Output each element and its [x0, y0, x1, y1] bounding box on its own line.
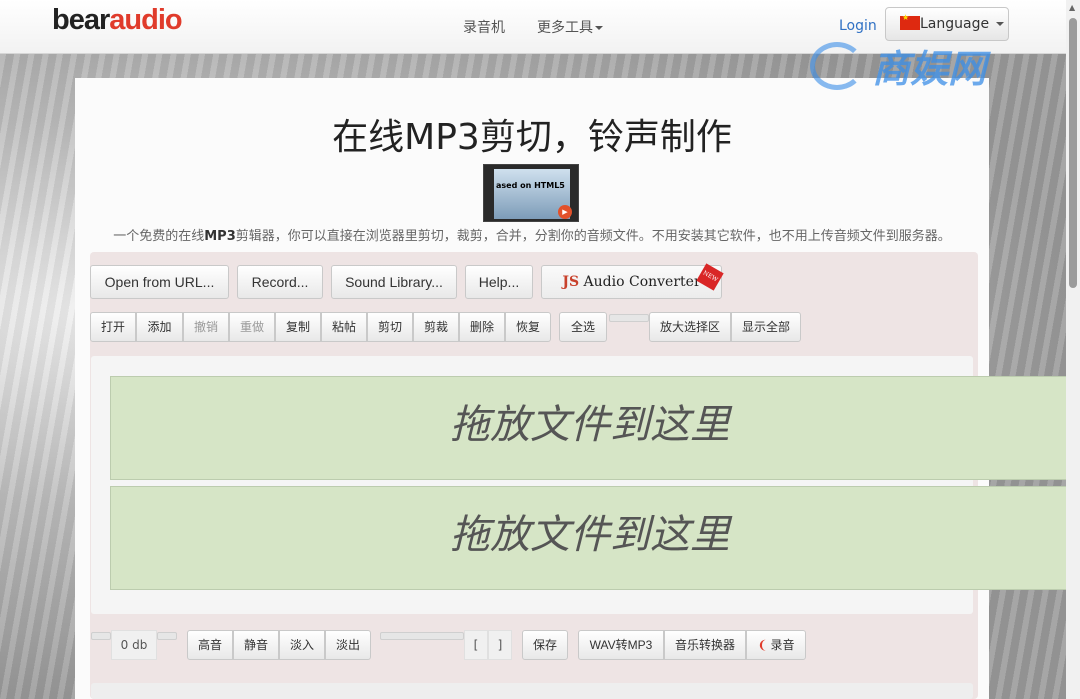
video-caption: ased on HTML5	[496, 181, 565, 190]
bearaudio-logo[interactable]: bearaudio	[52, 4, 183, 37]
js-audio-converter-button[interactable]: JS Audio Converter NEW	[541, 263, 724, 299]
nav-more-tools-dropdown[interactable]: 更多工具	[537, 17, 603, 37]
scrollbar-thumb[interactable]	[1069, 18, 1077, 288]
open-from-url-button[interactable]: Open from URL...	[90, 265, 229, 299]
zoom-slider[interactable]	[609, 314, 649, 322]
record-button[interactable]: Record...	[237, 265, 323, 299]
login-link[interactable]: Login	[839, 18, 877, 34]
main-panel: 在线MP3剪切，铃声制作 ased on HTML5 ▶ 一个免费的在线MP3剪…	[75, 78, 1070, 699]
chevron-down-icon	[595, 26, 603, 30]
mark-end-button[interactable]: ]	[488, 630, 512, 660]
music-converter-button[interactable]: 音乐转换器	[664, 630, 746, 660]
crop-button[interactable]: 剪裁	[413, 312, 459, 342]
zoom-selection-button[interactable]: 放大选择区	[649, 312, 731, 342]
cut-button[interactable]: 剪切	[367, 312, 413, 342]
mute-button[interactable]: 静音	[233, 630, 279, 660]
play-icon[interactable]: ▶	[558, 205, 572, 219]
page-description: 一个免费的在线MP3剪辑器，你可以直接在浏览器里剪切，裁剪，合并，分割你的音频文…	[113, 229, 951, 244]
china-flag-icon	[900, 13, 920, 30]
restore-button[interactable]: 恢复	[505, 312, 551, 342]
nav-recorder-link[interactable]: 录音机	[463, 17, 505, 37]
drop-zone-bottom[interactable]: 拖放文件到这里	[110, 486, 1070, 590]
louder-button[interactable]: 高音	[187, 630, 233, 660]
undo-button[interactable]: 撤销	[183, 312, 229, 342]
volume-slider-left[interactable]	[91, 632, 111, 640]
show-all-button[interactable]: 显示全部	[731, 312, 801, 342]
select-all-button[interactable]: 全选	[559, 312, 607, 342]
page-title: 在线MP3剪切，铃声制作	[332, 117, 732, 158]
scroll-up-icon[interactable]: ▲	[1069, 3, 1075, 12]
open-button[interactable]: 打开	[90, 312, 136, 342]
speed-slider[interactable]	[380, 632, 464, 640]
delete-button[interactable]: 删除	[459, 312, 505, 342]
help-button[interactable]: Help...	[465, 265, 533, 299]
redo-button[interactable]: 重做	[229, 312, 275, 342]
record-audio-button[interactable]: ❨ 录音	[746, 630, 806, 660]
watermark-text: 商娱网	[872, 47, 987, 91]
volume-slider-right[interactable]	[157, 632, 177, 640]
save-button[interactable]: 保存	[522, 630, 568, 660]
fade-in-button[interactable]: 淡入	[279, 630, 325, 660]
wav-to-mp3-button[interactable]: WAV转MP3	[578, 630, 664, 660]
vertical-scrollbar[interactable]: ▲	[1066, 0, 1080, 699]
microphone-icon: ❨	[757, 638, 768, 652]
audio-editor: Open from URL... Record... Sound Library…	[90, 252, 1070, 699]
volume-readout: 0 db	[111, 630, 157, 660]
mark-start-button[interactable]: [	[464, 630, 488, 660]
add-button[interactable]: 添加	[136, 312, 183, 342]
paste-button[interactable]: 粘帖	[321, 312, 367, 342]
bottom-panel	[91, 683, 973, 699]
language-dropdown-button[interactable]: Language	[885, 7, 1009, 41]
drop-zone-top[interactable]: 拖放文件到这里	[110, 376, 1070, 480]
copy-button[interactable]: 复制	[275, 312, 321, 342]
tutorial-video-thumbnail[interactable]: ased on HTML5 ▶	[483, 164, 579, 222]
sound-library-button[interactable]: Sound Library...	[331, 265, 457, 299]
watermark-logo-icon	[810, 42, 864, 90]
chevron-down-icon	[995, 22, 1004, 26]
fade-out-button[interactable]: 淡出	[325, 630, 371, 660]
